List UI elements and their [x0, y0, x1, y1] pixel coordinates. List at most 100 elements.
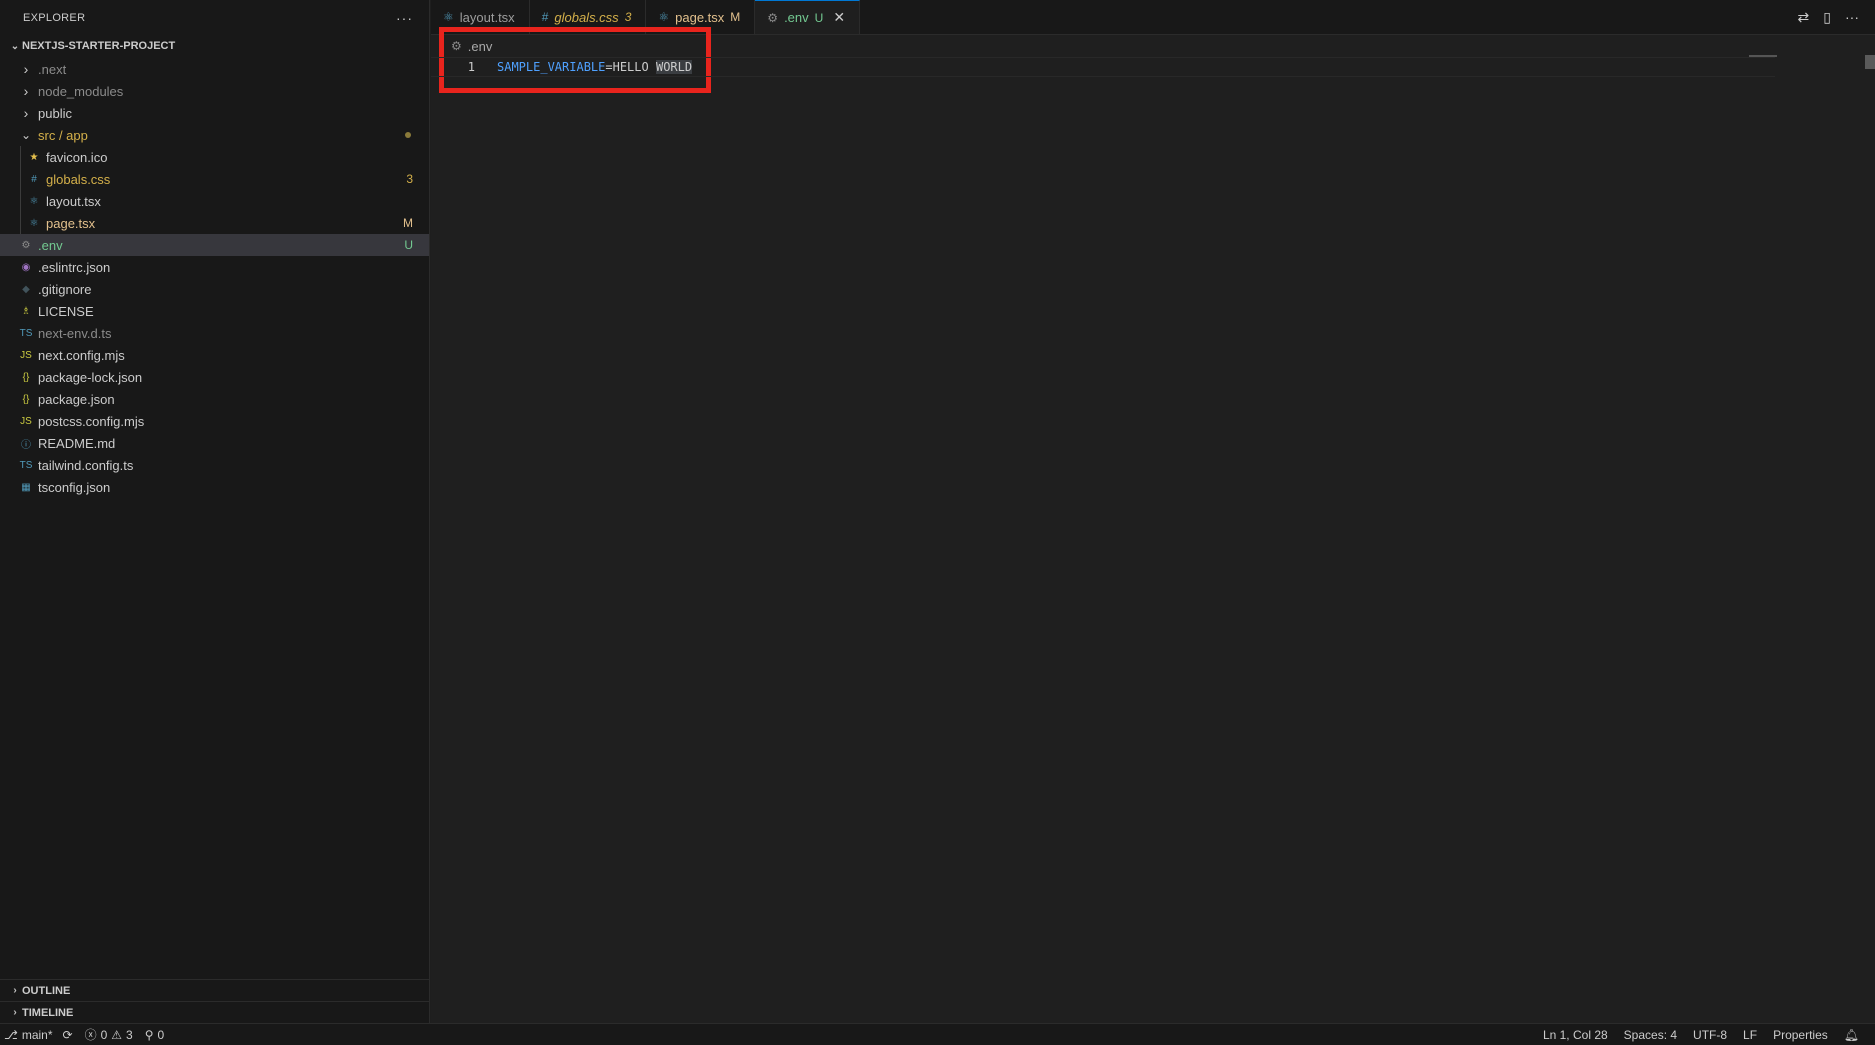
ports-count: 0	[157, 1027, 165, 1042]
indent-guide	[20, 190, 21, 212]
tree-item-label: layout.tsx	[46, 193, 101, 209]
tab-label: layout.tsx	[459, 9, 515, 25]
chevron-right-icon: ›	[23, 105, 29, 121]
tree-item[interactable]: ◉ .eslintrc.json	[0, 256, 429, 278]
tree-item[interactable]: JS next.config.mjs	[0, 344, 429, 366]
tree-item-label: src / app	[38, 127, 88, 143]
tree-item[interactable]: ⚛ page.tsx M	[0, 212, 429, 234]
branch-indicator[interactable]: ⎇ main* ⟳	[4, 1028, 73, 1042]
editor-tab[interactable]: ⚙ .env U ✕	[755, 0, 861, 34]
problems-indicator[interactable]: ⓧ 0 ⚠ 3	[85, 1026, 133, 1043]
file-type-icon: JS	[20, 349, 32, 361]
tree-item[interactable]: JS postcss.config.mjs	[0, 410, 429, 432]
breadcrumb-file[interactable]: .env	[468, 39, 493, 54]
gear-icon: ⚙	[451, 39, 462, 53]
breadcrumb[interactable]: ⚙ .env	[431, 35, 1875, 57]
modified-dot	[405, 132, 411, 138]
file-type-icon: #	[541, 10, 549, 24]
timeline-section[interactable]: › TIMELINE	[0, 1001, 429, 1023]
broadcast-icon: ⚲	[144, 1027, 154, 1042]
tab-status-badge: 3	[624, 10, 632, 24]
indent-guide	[20, 168, 21, 190]
tree-item[interactable]: # globals.css 3	[0, 168, 429, 190]
tree-item-label: tailwind.config.ts	[38, 457, 134, 473]
encoding[interactable]: UTF-8	[1693, 1028, 1727, 1042]
tab-status-badge: M	[730, 10, 741, 24]
file-type-icon: ⚙	[767, 10, 779, 25]
file-type-icon: ⚛	[29, 195, 39, 207]
status-badge: 3	[406, 172, 413, 186]
current-line-highlight	[431, 57, 1775, 77]
file-type-icon: ⓘ	[21, 439, 31, 451]
indent-guide	[20, 212, 21, 234]
tab-label: globals.css	[554, 9, 619, 25]
file-tree: › .next › node_modules › public ⌄ src / app ★ fav…	[0, 58, 429, 498]
chevron-down-icon: ⌄	[20, 128, 32, 142]
tree-item-label: .gitignore	[38, 281, 92, 297]
chevron-right-icon: ›	[23, 61, 29, 77]
file-type-icon: ♗	[21, 305, 31, 317]
tree-item-label: globals.css	[46, 171, 111, 187]
more-actions-icon[interactable]: ···	[396, 10, 413, 26]
project-name: NEXTJS-STARTER-PROJECT	[22, 40, 176, 52]
error-icon: ⓧ	[84, 1028, 97, 1042]
tree-item-label: package.json	[38, 391, 115, 407]
sidebar-sections: › OUTLINE › TIMELINE	[0, 979, 429, 1023]
file-type-icon: {}	[22, 393, 30, 405]
tree-item-label: next.config.mjs	[38, 347, 125, 363]
file-type-icon: ◆	[22, 283, 30, 295]
indent-guide	[20, 146, 21, 168]
tree-item[interactable]: {} package.json	[0, 388, 429, 410]
chevron-right-icon: ›	[13, 985, 17, 996]
project-root[interactable]: ⌄ NEXTJS-STARTER-PROJECT	[0, 35, 429, 57]
tree-item[interactable]: ▦ tsconfig.json	[0, 476, 429, 498]
file-type-icon: TS	[19, 459, 33, 471]
tree-item[interactable]: {} package-lock.json	[0, 366, 429, 388]
tree-item[interactable]: ★ favicon.ico	[0, 146, 429, 168]
tree-item[interactable]: › public	[0, 102, 429, 124]
editor-actions: ⇄ ▯ ···	[1798, 0, 1875, 34]
error-count: 0	[100, 1027, 108, 1042]
tree-item[interactable]: ⚛ layout.tsx	[0, 190, 429, 212]
tree-item[interactable]: › node_modules	[0, 80, 429, 102]
editor-tab[interactable]: # globals.css 3	[530, 0, 647, 34]
ports-indicator[interactable]: ⚲ 0	[145, 1028, 164, 1042]
sync-icon: ⟳	[62, 1027, 73, 1042]
tree-item[interactable]: ⓘ README.md	[0, 432, 429, 454]
warning-count: 3	[126, 1027, 133, 1042]
tree-item[interactable]: ♗ LICENSE	[0, 300, 429, 322]
tree-item[interactable]: TS tailwind.config.ts	[0, 454, 429, 476]
tree-item-label: package-lock.json	[38, 369, 143, 385]
editor-area[interactable]: ⚙ .env 1 SAMPLE_VARIABLE=HELLO WORLD	[431, 27, 1875, 1023]
chevron-down-icon: ⌄	[10, 40, 20, 52]
close-icon[interactable]: ✕	[833, 9, 845, 26]
bell-icon[interactable]: 🔔︎	[1844, 1028, 1859, 1042]
tree-item[interactable]: ◆ .gitignore	[0, 278, 429, 300]
minimap[interactable]	[1749, 55, 1777, 57]
cursor-position[interactable]: Ln 1, Col 28	[1543, 1028, 1608, 1042]
tree-item-label: .env	[38, 237, 63, 253]
split-editor-icon[interactable]: ▯	[1823, 9, 1831, 26]
editor-tab[interactable]: ⚛ layout.tsx	[431, 0, 530, 34]
language-mode[interactable]: Properties	[1773, 1028, 1828, 1042]
tree-item-label: .eslintrc.json	[38, 259, 111, 275]
editor-tab[interactable]: ⚛ page.tsx M	[646, 0, 756, 34]
compare-changes-icon[interactable]: ⇄	[1798, 9, 1810, 26]
tree-item[interactable]: TS next-env.d.ts	[0, 322, 429, 344]
tree-item[interactable]: ⚙ .env U	[0, 234, 429, 256]
indentation[interactable]: Spaces: 4	[1624, 1028, 1677, 1042]
end-of-line[interactable]: LF	[1743, 1028, 1757, 1042]
file-type-icon: ▦	[21, 481, 31, 493]
tree-item-label: next-env.d.ts	[38, 325, 112, 341]
outline-section[interactable]: › OUTLINE	[0, 979, 429, 1001]
tree-item-label: favicon.ico	[46, 149, 108, 165]
status-badge: U	[404, 238, 413, 252]
tree-item-label: .next	[38, 61, 67, 77]
timeline-label: TIMELINE	[22, 1006, 74, 1019]
scrollbar[interactable]	[1865, 55, 1875, 69]
tree-item[interactable]: ⌄ src / app	[0, 124, 429, 146]
file-type-icon: ⚛	[29, 217, 39, 229]
editor-tabs: ⚛ layout.tsx # globals.css 3 ⚛ page.tsx M ⚙ .env U…	[431, 0, 1875, 35]
tree-item[interactable]: › .next	[0, 58, 429, 80]
more-actions-icon[interactable]: ···	[1845, 9, 1859, 25]
